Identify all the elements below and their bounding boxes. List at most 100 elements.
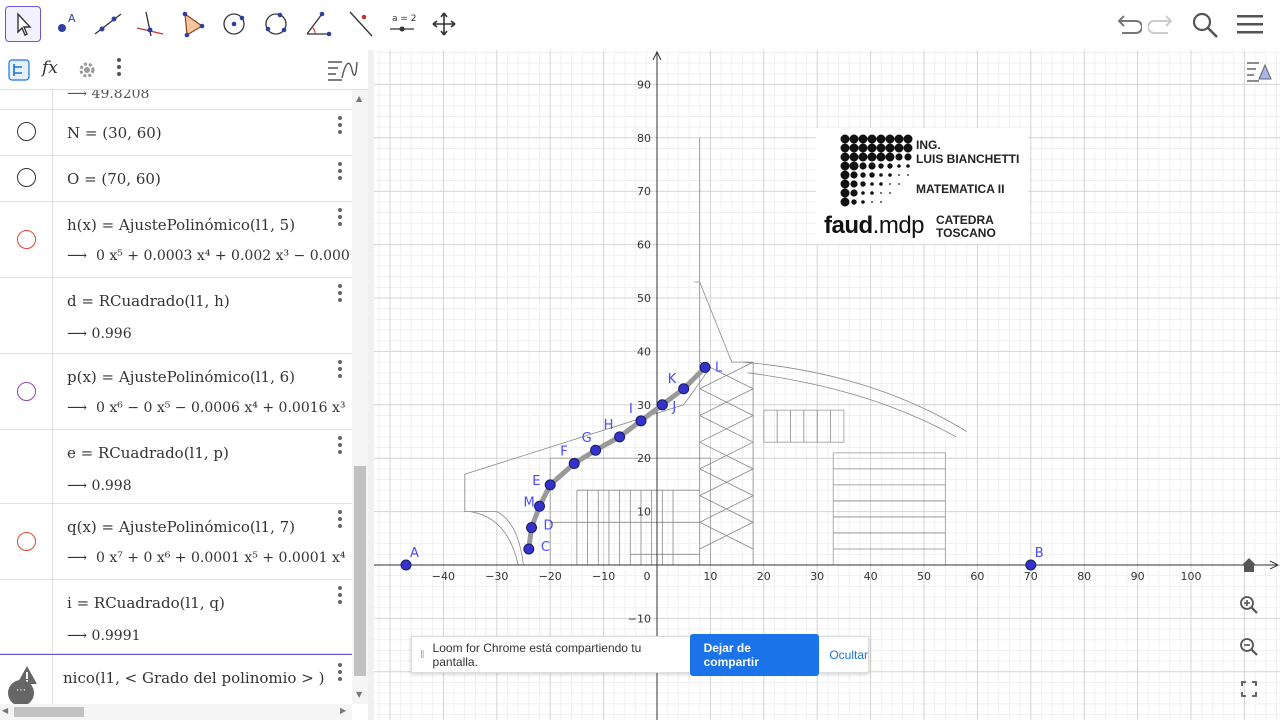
algebra-view: ⟶ 49.8208 N = (30, 60) O = (70, 60) h(x)… xyxy=(0,90,352,704)
algebra-vertical-scrollbar[interactable]: ▲ ▼ xyxy=(352,90,368,704)
row-menu-icon[interactable] xyxy=(338,116,342,137)
row-definition[interactable]: h(x) = AjustePolinómico(l1, 5) xyxy=(67,216,295,234)
row-menu-icon[interactable] xyxy=(338,162,342,183)
graphics-style-button[interactable] xyxy=(1244,56,1274,86)
algebra-row[interactable]: ⟶ 49.8208 xyxy=(0,90,352,110)
algebra-row[interactable]: N = (30, 60) xyxy=(0,110,352,156)
point-tool-button[interactable]: A xyxy=(48,6,84,42)
algebra-row[interactable]: O = (70, 60) xyxy=(0,156,352,202)
row-definition[interactable]: N = (30, 60) xyxy=(67,124,162,142)
hide-button[interactable]: Ocultar xyxy=(829,648,868,662)
visibility-toggle[interactable] xyxy=(17,168,36,187)
scroll-thumb[interactable] xyxy=(354,466,366,676)
row-menu-icon[interactable] xyxy=(338,436,342,457)
function-inspector-button[interactable]: 𝑓x xyxy=(42,58,58,78)
redo-button[interactable] xyxy=(1147,10,1178,44)
move-tool-button[interactable] xyxy=(5,6,41,42)
x-tick-label: 20 xyxy=(757,570,771,583)
slider-tool-button[interactable]: a = 2 xyxy=(384,6,420,42)
scroll-up-icon[interactable]: ▲ xyxy=(356,94,362,103)
row-definition[interactable]: O = (70, 60) xyxy=(67,170,161,188)
row-menu-icon[interactable] xyxy=(338,663,342,684)
stop-sharing-button[interactable]: Dejar de compartir xyxy=(689,633,820,676)
y-tick-label: −10 xyxy=(628,612,651,625)
point-j[interactable] xyxy=(656,399,668,411)
algebra-row[interactable]: e = RCuadrado(l1, p) ⟶ 0.998 xyxy=(0,430,352,504)
row-menu-icon[interactable] xyxy=(338,284,342,305)
zoom-out-button[interactable] xyxy=(1234,632,1264,662)
logo-dot xyxy=(898,183,900,185)
logo-dot xyxy=(840,143,850,153)
point-f[interactable] xyxy=(568,458,580,470)
style-bar-icon xyxy=(1247,62,1272,82)
algebra-view-toggle[interactable] xyxy=(7,59,31,85)
row-menu-icon[interactable] xyxy=(338,586,342,607)
point-m[interactable] xyxy=(534,500,546,512)
settings-button[interactable] xyxy=(76,59,98,85)
reflect-tool-button[interactable] xyxy=(342,6,378,42)
algebra-horizontal-scrollbar[interactable]: ◀ ▶ xyxy=(0,704,352,720)
algebra-row[interactable]: h(x) = AjustePolinómico(l1, 5) ⟶ 0 x⁵ + … xyxy=(0,202,352,278)
scroll-left-icon[interactable]: ◀ xyxy=(2,706,8,715)
row-definition[interactable]: i = RCuadrado(l1, q) xyxy=(67,594,225,612)
move-graphics-tool-button[interactable] xyxy=(426,6,462,42)
more-options-button[interactable] xyxy=(117,58,121,79)
algebra-row[interactable]: p(x) = AjustePolinómico(l1, 6) ⟶ 0 x⁶ − … xyxy=(0,354,352,430)
logo-dot xyxy=(904,153,912,161)
point-e[interactable] xyxy=(544,479,556,491)
algebra-input[interactable]: nico(l1, < Grado del polinomio > ) xyxy=(63,669,324,687)
row-definition[interactable]: p(x) = AjustePolinómico(l1, 6) xyxy=(67,368,295,386)
point-k[interactable] xyxy=(678,383,690,395)
home-button[interactable] xyxy=(1234,550,1264,580)
logo-dot xyxy=(858,152,868,162)
x-tick-label: 80 xyxy=(1077,570,1091,583)
visibility-toggle[interactable] xyxy=(17,532,36,551)
undo-button[interactable] xyxy=(1112,10,1143,44)
row-menu-icon[interactable] xyxy=(338,208,342,229)
circle-three-points-tool-button[interactable] xyxy=(258,6,294,42)
logo-dot xyxy=(861,191,865,195)
scroll-right-icon[interactable]: ▶ xyxy=(340,706,346,715)
visibility-toggle[interactable] xyxy=(17,382,36,401)
scroll-down-icon[interactable]: ▼ xyxy=(356,690,362,699)
x-tick-label: 60 xyxy=(970,570,984,583)
drag-handle-icon[interactable]: ‖ xyxy=(420,649,425,661)
row-menu-icon[interactable] xyxy=(338,360,342,381)
row-definition[interactable]: q(x) = AjustePolinómico(l1, 7) xyxy=(67,518,295,536)
algebra-input-row[interactable]: nico(l1, < Grado del polinomio > ) xyxy=(0,654,352,704)
point-label: J xyxy=(671,400,676,415)
row-definition[interactable]: e = RCuadrado(l1, p) xyxy=(67,444,229,462)
algebra-row[interactable]: q(x) = AjustePolinómico(l1, 7) ⟶ 0 x⁷ + … xyxy=(0,504,352,580)
circle-center-tool-button[interactable] xyxy=(216,6,252,42)
algebra-row[interactable]: d = RCuadrado(l1, h) ⟶ 0.996 xyxy=(0,278,352,354)
line-tool-button[interactable] xyxy=(90,6,126,42)
point-i[interactable] xyxy=(635,415,647,427)
point-h[interactable] xyxy=(614,431,626,443)
point-g[interactable] xyxy=(590,444,602,456)
perpendicular-tool-button[interactable] xyxy=(132,6,168,42)
point-a[interactable] xyxy=(400,559,412,571)
visibility-toggle[interactable] xyxy=(17,230,36,249)
fullscreen-button[interactable] xyxy=(1234,674,1264,704)
angle-icon xyxy=(306,11,332,37)
point-c[interactable] xyxy=(523,543,535,555)
zoom-in-button[interactable] xyxy=(1234,590,1264,620)
point-d[interactable] xyxy=(526,522,538,534)
search-button[interactable] xyxy=(1190,10,1220,44)
algebra-row[interactable]: i = RCuadrado(l1, q) ⟶ 0.9991 xyxy=(0,580,352,654)
point-l[interactable] xyxy=(699,361,711,373)
polygon-tool-button[interactable] xyxy=(174,6,210,42)
logo-dot xyxy=(870,182,874,186)
algebra-style-button[interactable] xyxy=(326,58,358,86)
row-definition[interactable]: d = RCuadrado(l1, h) xyxy=(67,292,230,310)
scroll-thumb[interactable] xyxy=(14,707,84,717)
point-label: H xyxy=(604,418,614,433)
row-menu-icon[interactable] xyxy=(338,510,342,531)
main-menu-button[interactable] xyxy=(1236,10,1264,44)
point-b[interactable] xyxy=(1025,559,1037,571)
point-label: C xyxy=(541,540,550,555)
angle-tool-button[interactable] xyxy=(300,6,336,42)
visibility-toggle[interactable] xyxy=(17,122,36,141)
row-output: ⟶ 0.996 xyxy=(67,326,351,342)
keyboard-toggle-button[interactable]: ⋯ xyxy=(8,680,34,706)
